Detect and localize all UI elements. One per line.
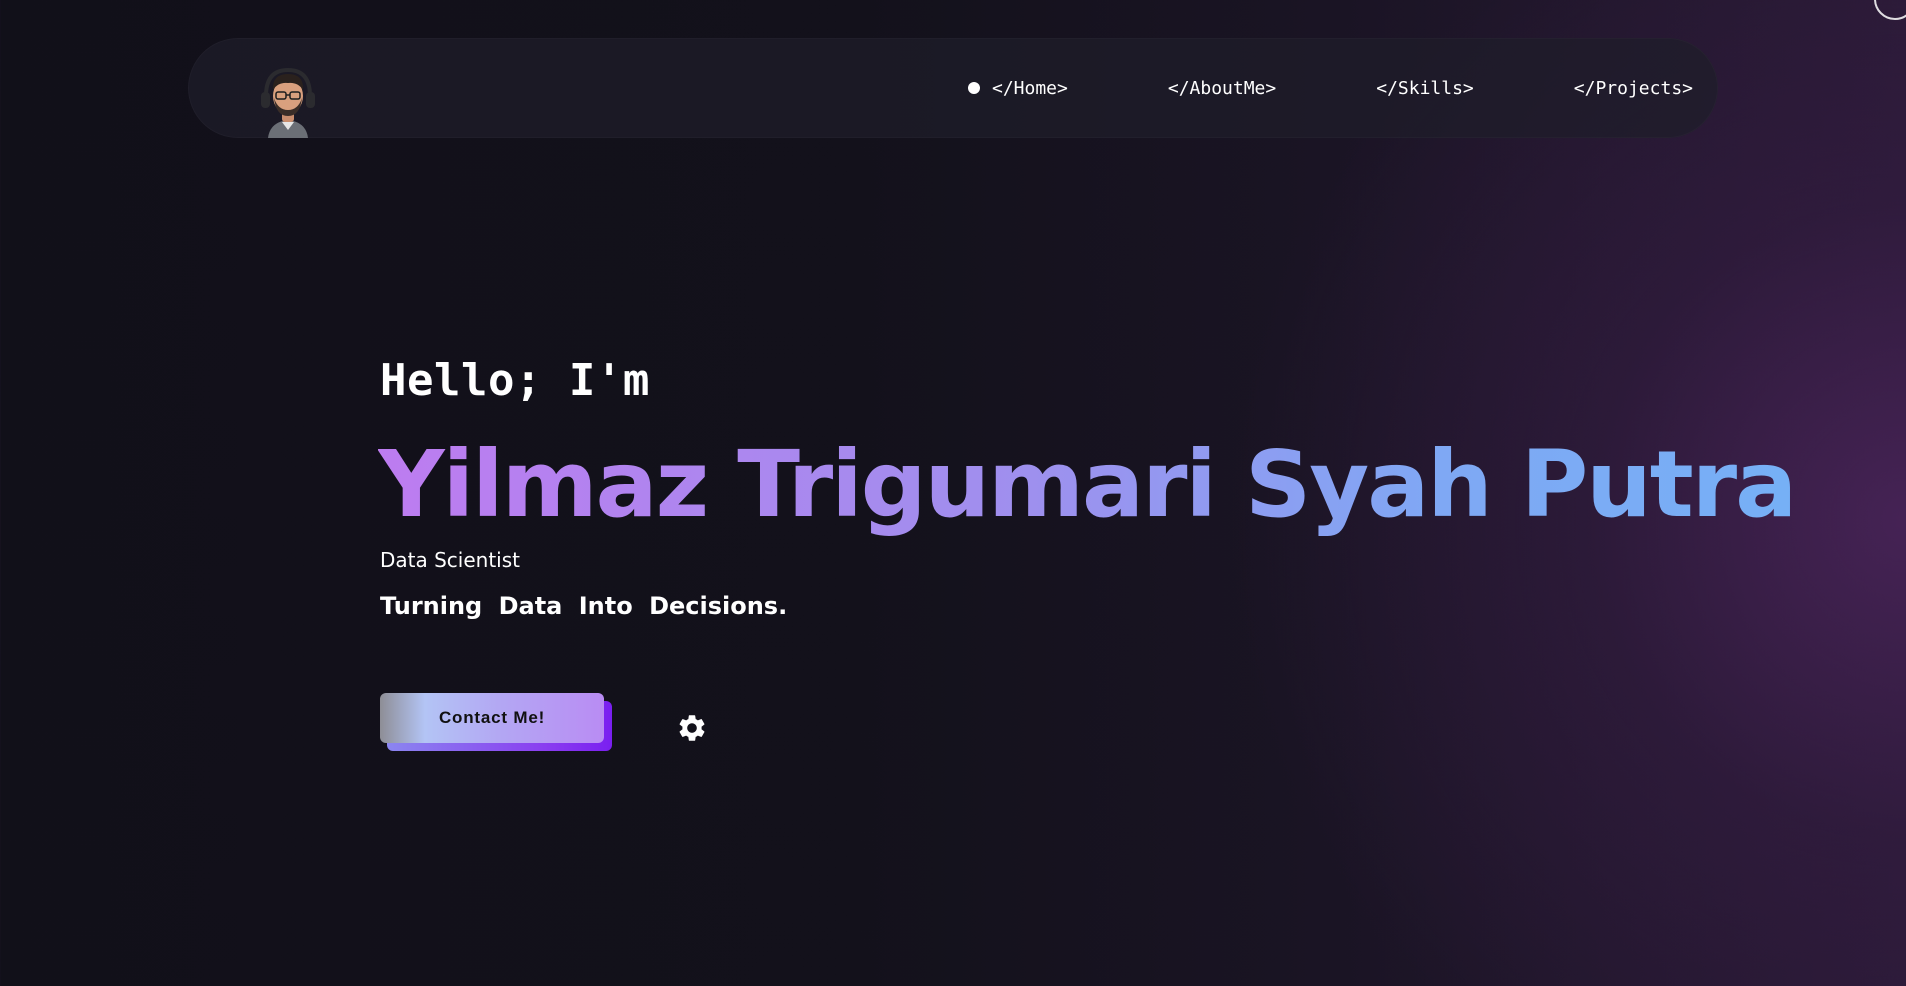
hero-section: Hello; I'm Yilmaz Trigumari Syah Putra D…	[378, 355, 1797, 751]
nav-item-home[interactable]: </Home>	[968, 78, 1068, 99]
gear-icon[interactable]	[676, 712, 708, 744]
contact-me-button[interactable]: Contact Me!	[380, 693, 604, 743]
nav-links: </Home> </AboutMe> </Skills> </Projects>	[968, 38, 1693, 138]
hero-name: Yilmaz Trigumari Syah Putra	[378, 431, 1797, 538]
nav-item-skills[interactable]: </Skills>	[1376, 78, 1474, 99]
nav-item-label: </Home>	[992, 77, 1068, 99]
nav-item-label: </Skills>	[1376, 77, 1474, 99]
nav-item-projects[interactable]: </Projects>	[1574, 78, 1693, 99]
nav-item-aboutme[interactable]: </AboutMe>	[1168, 78, 1276, 99]
nav-item-label: </Projects>	[1573, 77, 1693, 99]
contact-button-wrapper: Contact Me!	[380, 693, 612, 751]
avatar[interactable]	[258, 66, 318, 138]
hero-greeting: Hello; I'm	[380, 355, 650, 406]
top-navbar: </Home> </AboutMe> </Skills> </Projects>	[188, 38, 1718, 138]
hero-tagline: Turning Data Into Decisions.	[380, 592, 788, 620]
corner-circle-icon[interactable]	[1874, 0, 1906, 20]
nav-item-label: </AboutMe>	[1167, 77, 1277, 99]
active-dot-icon	[968, 82, 980, 94]
hero-role: Data Scientist	[380, 548, 520, 572]
